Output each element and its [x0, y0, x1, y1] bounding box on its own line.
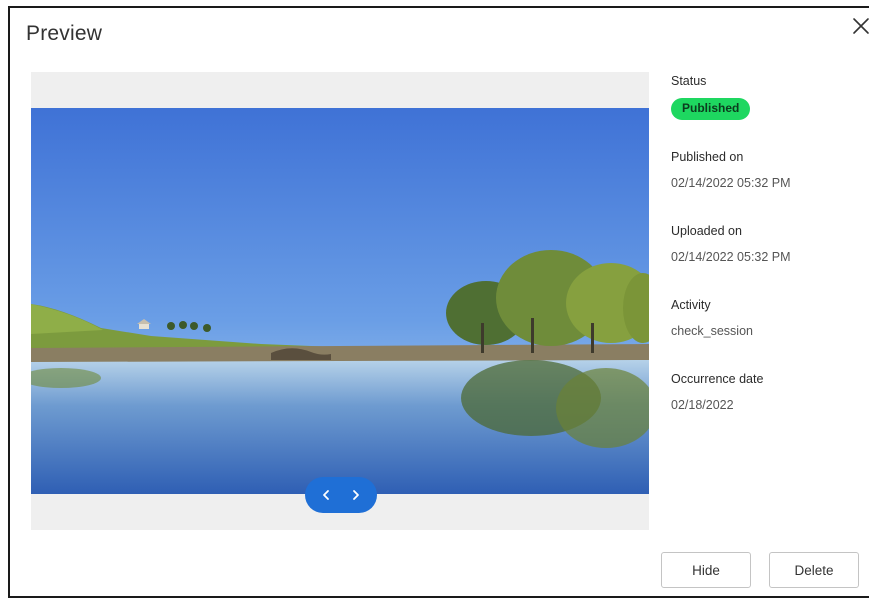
status-group: Status Published	[671, 74, 861, 120]
hide-button[interactable]: Hide	[661, 552, 751, 588]
published-label: Published on	[671, 150, 744, 164]
occurrence-label: Occurrence date	[671, 372, 764, 386]
uploaded-value: 02/14/2022 05:32 PM	[671, 250, 791, 264]
image-pager	[305, 477, 377, 513]
preview-modal: Preview Status Published Published on 02…	[8, 6, 869, 598]
occurrence-value: 02/18/2022	[671, 398, 734, 412]
preview-image	[31, 108, 649, 494]
close-icon	[853, 18, 869, 34]
published-group: Published on 02/14/2022 05:32 PM	[671, 150, 861, 190]
published-value: 02/14/2022 05:32 PM	[671, 176, 791, 190]
uploaded-group: Uploaded on 02/14/2022 05:32 PM	[671, 224, 861, 264]
next-image-button[interactable]	[344, 483, 368, 507]
chevron-left-icon	[323, 490, 329, 500]
uploaded-label: Uploaded on	[671, 224, 742, 238]
close-button[interactable]	[851, 16, 869, 36]
status-badge: Published	[671, 98, 751, 120]
modal-title: Preview	[26, 22, 103, 45]
delete-button[interactable]: Delete	[769, 552, 859, 588]
image-preview-frame	[31, 72, 649, 530]
activity-label: Activity	[671, 298, 711, 312]
status-label: Status	[671, 74, 707, 88]
previous-image-button[interactable]	[314, 483, 338, 507]
chevron-right-icon	[353, 490, 359, 500]
activity-group: Activity check_session	[671, 298, 861, 338]
activity-value: check_session	[671, 324, 753, 338]
occurrence-group: Occurrence date 02/18/2022	[671, 372, 861, 412]
